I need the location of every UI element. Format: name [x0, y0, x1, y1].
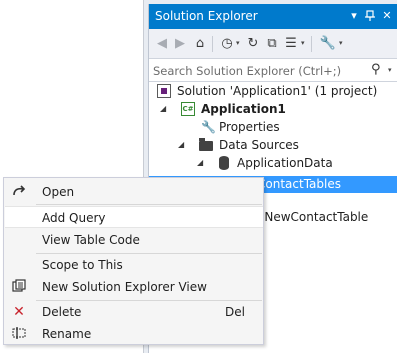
search-icon[interactable]: ⚲	[371, 62, 387, 78]
panel-toolbar: ◀ ▶ ⌂ ◷ ▾ ↻ ⧉ ☰ ▾ 🔧 ▾	[149, 29, 397, 59]
menu-item-delete[interactable]: ✕ Delete Del	[5, 301, 263, 323]
history-dropdown-icon[interactable]: ▾	[236, 39, 240, 47]
tree-item-label: Properties	[219, 120, 280, 134]
show-all-files-icon[interactable]: ☰	[282, 35, 300, 53]
menu-item-label: Scope to This	[42, 258, 123, 272]
expanded-arrow-icon[interactable]: ◢	[178, 136, 184, 154]
tree-item-label: Application1	[201, 102, 286, 116]
menu-item-rename[interactable]: Rename	[5, 323, 263, 345]
expanded-arrow-icon[interactable]: ◢	[160, 100, 166, 118]
tree-item-label: ContactTables	[257, 177, 341, 191]
wrench-icon: 🔧	[201, 120, 216, 134]
solution-icon	[157, 84, 171, 98]
wrench-dropdown-icon[interactable]: ▾	[339, 39, 343, 47]
tree-item-label: Solution 'Application1' (1 project)	[177, 84, 378, 98]
menu-item-label: Delete	[42, 305, 82, 319]
open-redo-arrow-icon	[11, 184, 27, 200]
tree-item-properties[interactable]: 🔧 Properties	[149, 118, 397, 136]
pin-icon[interactable]	[362, 8, 378, 24]
toolbar-separator	[311, 36, 312, 52]
history-icon[interactable]: ◷	[218, 35, 236, 53]
menu-item-open[interactable]: Open	[5, 181, 263, 203]
menu-item-new-solution-explorer-view[interactable]: New Solution Explorer View	[5, 276, 263, 298]
tree-item-solution[interactable]: Solution 'Application1' (1 project)	[149, 82, 397, 100]
menu-item-label: Open	[42, 185, 75, 199]
delete-x-icon: ✕	[13, 304, 25, 320]
menu-item-label: Add Query	[42, 211, 106, 225]
tree-item-data-sources[interactable]: ◢ Data Sources	[149, 136, 397, 154]
panel-titlebar[interactable]: Solution Explorer ▾ ✕	[149, 4, 397, 29]
menu-item-label: Rename	[42, 327, 92, 341]
tree-item-application-data[interactable]: ◢ ApplicationData	[149, 154, 397, 172]
tree-item-label: Data Sources	[219, 138, 299, 152]
csharp-project-icon: C#	[181, 102, 195, 116]
back-icon[interactable]: ◀	[153, 35, 171, 53]
menu-item-label: New Solution Explorer View	[42, 280, 207, 294]
dropdown-arrow-icon[interactable]: ▾	[346, 8, 362, 24]
database-icon	[219, 156, 229, 170]
show-all-dropdown-icon[interactable]: ▾	[301, 39, 305, 47]
menu-item-view-table-code[interactable]: View Table Code	[5, 229, 263, 251]
menu-item-label: View Table Code	[42, 233, 140, 247]
new-view-icon	[11, 279, 27, 295]
tree-item-label: eNewContactTable	[257, 210, 369, 224]
toolbar-separator	[212, 36, 213, 52]
menu-separator	[36, 204, 262, 205]
home-icon[interactable]: ⌂	[191, 35, 209, 53]
expanded-arrow-icon[interactable]: ◢	[197, 154, 203, 172]
properties-wrench-icon[interactable]: 🔧	[319, 35, 337, 53]
collapse-all-icon[interactable]: ⧉	[263, 35, 281, 53]
search-dropdown-icon[interactable]: ▾	[388, 66, 392, 74]
folder-icon	[199, 138, 213, 151]
rename-icon	[11, 326, 27, 342]
menu-item-shortcut: Del	[225, 305, 245, 319]
search-bar: ⚲ ▾	[149, 60, 397, 82]
close-icon[interactable]: ✕	[379, 8, 395, 24]
context-menu: Open Add Query View Table Code Scope to …	[3, 177, 264, 345]
menu-item-scope-to-this[interactable]: Scope to This	[5, 254, 263, 276]
forward-icon[interactable]: ▶	[171, 35, 189, 53]
tree-item-label: ApplicationData	[237, 156, 333, 170]
search-input[interactable]	[153, 62, 365, 80]
refresh-icon[interactable]: ↻	[244, 35, 262, 53]
menu-item-add-query[interactable]: Add Query	[5, 206, 263, 228]
tree-item-project[interactable]: ◢ C# Application1	[149, 100, 397, 118]
panel-title: Solution Explorer	[155, 9, 258, 23]
